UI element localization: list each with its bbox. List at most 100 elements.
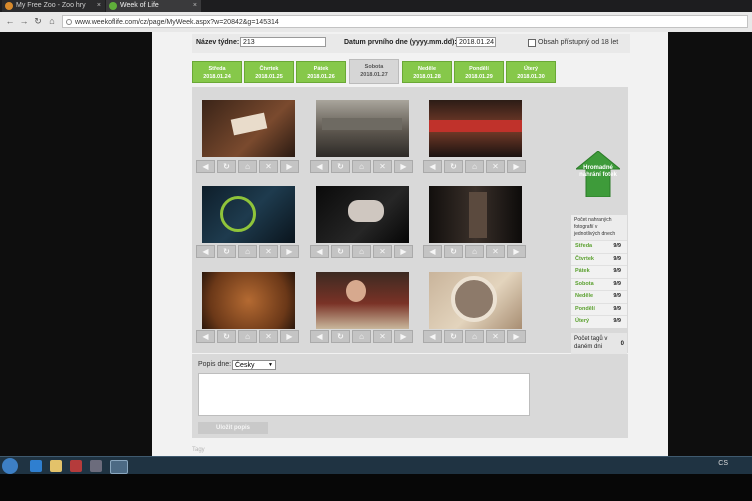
close-tab-icon[interactable]: ×: [97, 0, 101, 12]
move-left-icon[interactable]: ◀: [310, 330, 329, 343]
language-select[interactable]: Česky ▼: [232, 360, 276, 370]
photo-thumbnail[interactable]: [202, 186, 295, 243]
photo-thumbnail[interactable]: [429, 272, 522, 329]
move-right-icon[interactable]: ▶: [507, 245, 526, 258]
move-left-icon[interactable]: ◀: [196, 245, 215, 258]
bulk-upload-label[interactable]: Hromadné nahrání fotek: [576, 165, 620, 179]
rotate-icon[interactable]: ↻: [444, 160, 463, 173]
upload-stats: Počet nahraných fotografií v jednotlivýc…: [571, 215, 627, 328]
move-left-icon[interactable]: ◀: [310, 245, 329, 258]
home-icon[interactable]: ⌂: [352, 160, 371, 173]
move-right-icon[interactable]: ▶: [394, 330, 413, 343]
reload-icon[interactable]: ↻: [32, 15, 44, 27]
move-right-icon[interactable]: ▶: [280, 330, 299, 343]
tab-utery[interactable]: Úterý 2018.01.30: [506, 61, 556, 83]
photo-thumbnail[interactable]: [202, 100, 295, 157]
stats-row: Středa 9/9: [571, 240, 627, 253]
stats-count: 9/9: [613, 243, 621, 249]
stats-count: 9/9: [613, 318, 621, 324]
week-name-input[interactable]: 213: [240, 37, 326, 47]
move-right-icon[interactable]: ▶: [280, 245, 299, 258]
home-icon[interactable]: ⌂: [465, 245, 484, 258]
tab-title: Week of Life: [120, 2, 159, 9]
start-button[interactable]: [2, 458, 18, 474]
browser-tab-weekoflife[interactable]: Week of Life ×: [106, 0, 201, 12]
move-left-icon[interactable]: ◀: [310, 160, 329, 173]
photo-thumbnail[interactable]: [202, 272, 295, 329]
stats-count: 9/9: [613, 268, 621, 274]
tab-patek[interactable]: Pátek 2018.01.26: [296, 61, 346, 83]
home-icon[interactable]: ⌂: [352, 245, 371, 258]
tags-count-box: Počet tagů v daném dni 0: [571, 333, 627, 355]
delete-icon[interactable]: ✕: [259, 330, 278, 343]
browser-toolbar: ← → ↻ ⌂ www.weekoflife.com/cz/page/MyWee…: [0, 12, 752, 33]
stats-day: Neděle: [575, 293, 594, 299]
stats-row: Sobota 9/9: [571, 277, 627, 290]
adult-content-checkbox[interactable]: [528, 39, 536, 47]
rotate-icon[interactable]: ↻: [331, 330, 350, 343]
rotate-icon[interactable]: ↻: [444, 245, 463, 258]
home-icon[interactable]: ⌂: [465, 330, 484, 343]
browser-tab-myfreezoo[interactable]: My Free Zoo - Zoo hry ×: [2, 0, 105, 12]
delete-icon[interactable]: ✕: [373, 160, 392, 173]
keyboard-language[interactable]: CS: [718, 460, 728, 467]
rotate-icon[interactable]: ↻: [444, 330, 463, 343]
photo-thumbnail[interactable]: [429, 186, 522, 243]
chrome-icon[interactable]: [110, 460, 128, 474]
app-icon[interactable]: [90, 460, 102, 472]
description-textarea[interactable]: [198, 373, 530, 416]
tab-streda[interactable]: Středa 2018.01.24: [192, 61, 242, 83]
delete-icon[interactable]: ✕: [486, 330, 505, 343]
delete-icon[interactable]: ✕: [373, 245, 392, 258]
ie-icon[interactable]: [30, 460, 42, 472]
start-date-input[interactable]: 2018.01.24: [456, 37, 496, 47]
home-icon[interactable]: ⌂: [46, 15, 58, 27]
tab-nedele[interactable]: Neděle 2018.01.28: [402, 61, 452, 83]
move-left-icon[interactable]: ◀: [423, 330, 442, 343]
photo-thumbnail[interactable]: [316, 100, 409, 157]
photo-thumbnail[interactable]: [429, 100, 522, 157]
move-right-icon[interactable]: ▶: [507, 330, 526, 343]
home-icon[interactable]: ⌂: [352, 330, 371, 343]
tab-ctvrtek[interactable]: Čtvrtek 2018.01.25: [244, 61, 294, 83]
delete-icon[interactable]: ✕: [486, 245, 505, 258]
save-description-button[interactable]: Uložit popis: [198, 422, 268, 434]
stats-day: Pondělí: [575, 305, 595, 312]
home-icon[interactable]: ⌂: [465, 160, 484, 173]
rotate-icon[interactable]: ↻: [331, 245, 350, 258]
move-left-icon[interactable]: ◀: [196, 330, 215, 343]
move-right-icon[interactable]: ▶: [280, 160, 299, 173]
rotate-icon[interactable]: ↻: [217, 330, 236, 343]
move-right-icon[interactable]: ▶: [507, 160, 526, 173]
stats-count: 9/9: [613, 280, 621, 287]
rotate-icon[interactable]: ↻: [331, 160, 350, 173]
stats-day: Čtvrtek: [575, 255, 594, 262]
move-left-icon[interactable]: ◀: [423, 245, 442, 258]
photo-controls: ◀ ↻ ⌂ ✕ ▶: [310, 245, 420, 258]
chevron-down-icon: ▼: [268, 362, 273, 368]
delete-icon[interactable]: ✕: [486, 160, 505, 173]
explorer-icon[interactable]: [50, 460, 62, 472]
delete-icon[interactable]: ✕: [373, 330, 392, 343]
forward-icon[interactable]: →: [18, 15, 30, 27]
move-left-icon[interactable]: ◀: [196, 160, 215, 173]
move-right-icon[interactable]: ▶: [394, 245, 413, 258]
back-icon[interactable]: ←: [4, 15, 16, 27]
close-tab-icon[interactable]: ×: [193, 0, 197, 12]
home-icon[interactable]: ⌂: [238, 330, 257, 343]
rotate-icon[interactable]: ↻: [217, 245, 236, 258]
tab-sobota[interactable]: Sobota 2018.01.27: [349, 59, 399, 84]
move-left-icon[interactable]: ◀: [423, 160, 442, 173]
media-icon[interactable]: [70, 460, 82, 472]
rotate-icon[interactable]: ↻: [217, 160, 236, 173]
photo-thumbnail[interactable]: [316, 186, 409, 243]
tab-pondeli[interactable]: Pondělí 2018.01.29: [454, 61, 504, 83]
move-right-icon[interactable]: ▶: [394, 160, 413, 173]
home-icon[interactable]: ⌂: [238, 160, 257, 173]
address-bar[interactable]: www.weekoflife.com/cz/page/MyWeek.aspx?w…: [62, 15, 748, 28]
page-info-icon[interactable]: [66, 19, 72, 25]
delete-icon[interactable]: ✕: [259, 245, 278, 258]
home-icon[interactable]: ⌂: [238, 245, 257, 258]
photo-thumbnail[interactable]: [316, 272, 409, 329]
delete-icon[interactable]: ✕: [259, 160, 278, 173]
